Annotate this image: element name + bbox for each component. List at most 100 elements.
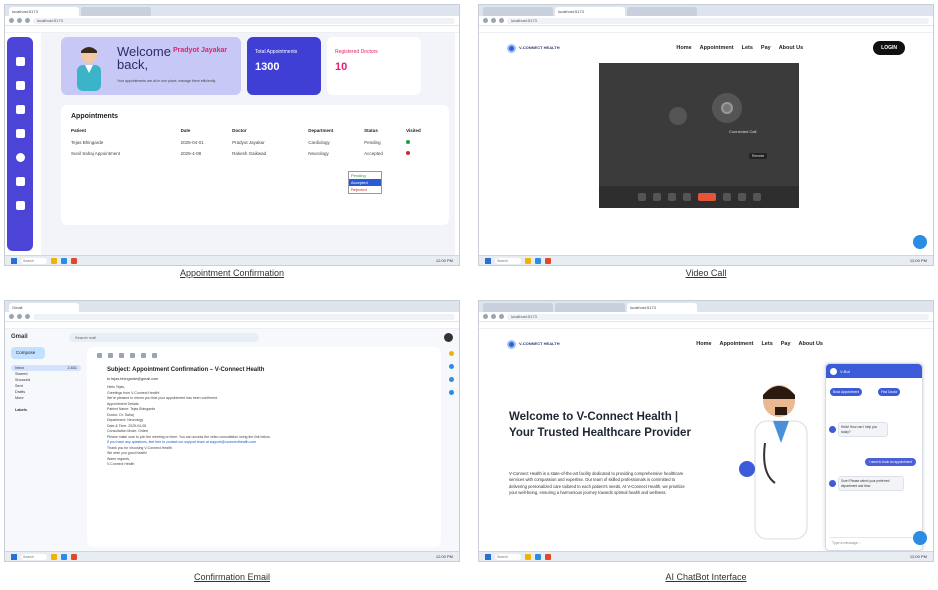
folder-item[interactable]: More: [11, 395, 81, 401]
login-button[interactable]: LOGIN: [873, 41, 905, 55]
nav-appointment[interactable]: Appointment: [700, 45, 734, 51]
reload-icon[interactable]: [499, 314, 504, 319]
chatbot-launcher-icon[interactable]: [913, 531, 927, 545]
browser-tab[interactable]: [483, 7, 553, 16]
dropdown-option[interactable]: Accepted: [349, 179, 381, 186]
avatar[interactable]: [444, 332, 453, 342]
address-bar[interactable]: localhost:5173: [33, 17, 455, 24]
chat-icon[interactable]: [15, 153, 25, 162]
nav-pay[interactable]: Pay: [761, 45, 771, 51]
address-bar[interactable]: localhost:5173: [507, 17, 929, 24]
user-icon[interactable]: [15, 129, 25, 138]
archive-icon[interactable]: [108, 353, 113, 358]
chrome-icon[interactable]: [71, 553, 77, 560]
nav-home[interactable]: Home: [696, 341, 711, 347]
participants-icon[interactable]: [737, 193, 746, 201]
windows-start-icon[interactable]: [11, 257, 17, 264]
doctor-icon[interactable]: [15, 81, 25, 90]
taskbar-search[interactable]: Search: [495, 553, 521, 560]
chat-icon[interactable]: [722, 193, 731, 201]
browser-tab[interactable]: Gmail: [9, 303, 79, 312]
more-icon[interactable]: [752, 193, 761, 201]
quick-reply-button[interactable]: Find Doctor: [878, 388, 901, 396]
browser-tab[interactable]: [627, 7, 697, 16]
keep-icon[interactable]: [448, 364, 454, 369]
quick-reply-button[interactable]: Book Appointment: [830, 388, 862, 396]
forward-icon[interactable]: [17, 314, 22, 319]
file-explorer-icon[interactable]: [525, 553, 531, 560]
browser-icon[interactable]: [61, 553, 67, 560]
address-bar[interactable]: [33, 313, 455, 320]
file-explorer-icon[interactable]: [525, 257, 531, 264]
tasks-icon[interactable]: [448, 377, 454, 382]
mic-icon[interactable]: [637, 193, 646, 201]
delete-icon[interactable]: [130, 353, 135, 358]
logo-text: V-CONNECT HEALTH: [519, 341, 560, 346]
windows-start-icon[interactable]: [485, 553, 491, 560]
nav-pay[interactable]: Pay: [781, 341, 791, 347]
settings-icon[interactable]: [682, 193, 691, 201]
heart-icon[interactable]: [15, 105, 25, 114]
gmail-logo[interactable]: Gmail: [11, 334, 61, 340]
spam-icon[interactable]: [119, 353, 124, 358]
windows-start-icon[interactable]: [11, 553, 17, 560]
chat-input[interactable]: Type a message...: [830, 537, 918, 546]
browser-tab[interactable]: localhost:5173: [555, 7, 625, 16]
file-explorer-icon[interactable]: [51, 257, 57, 264]
status-dropdown[interactable]: Pending Accepted Rejected: [348, 171, 382, 194]
nav-lets[interactable]: Lets: [742, 45, 753, 51]
back-icon[interactable]: [483, 18, 488, 23]
status-select[interactable]: Accepted: [364, 148, 406, 159]
address-bar[interactable]: localhost:5173: [507, 313, 929, 320]
chatbot-launcher-icon[interactable]: [913, 235, 927, 249]
forward-icon[interactable]: [17, 18, 22, 23]
chrome-icon[interactable]: [545, 257, 551, 264]
home-icon[interactable]: [15, 57, 25, 66]
taskbar-search[interactable]: Search: [21, 553, 47, 560]
browser-tab[interactable]: localhost:5173: [9, 7, 79, 16]
browser-tab[interactable]: [555, 303, 625, 312]
compose-button[interactable]: Compose: [11, 347, 45, 359]
windows-start-icon[interactable]: [485, 257, 491, 264]
logout-icon[interactable]: [15, 201, 25, 210]
calendar-icon[interactable]: [448, 351, 454, 356]
browser-tab[interactable]: localhost:5173: [627, 303, 697, 312]
nav-about[interactable]: About Us: [779, 45, 803, 51]
back-icon[interactable]: [9, 314, 14, 319]
taskbar-search[interactable]: Search: [21, 257, 47, 264]
browser-icon[interactable]: [61, 257, 67, 264]
file-explorer-icon[interactable]: [51, 553, 57, 560]
back-icon[interactable]: [9, 18, 14, 23]
reload-icon[interactable]: [25, 18, 30, 23]
browser-tab[interactable]: [81, 7, 151, 16]
forward-icon[interactable]: [491, 314, 496, 319]
chrome-icon[interactable]: [71, 257, 77, 264]
forward-icon[interactable]: [491, 18, 496, 23]
end-call-button[interactable]: [697, 193, 716, 201]
mark-unread-icon[interactable]: [141, 353, 146, 358]
screen-share-icon[interactable]: [667, 193, 676, 201]
status-select[interactable]: Pending: [364, 137, 406, 148]
back-icon[interactable]: [97, 353, 102, 358]
camera-icon[interactable]: [652, 193, 661, 201]
nav-lets[interactable]: Lets: [761, 341, 772, 347]
dropdown-option[interactable]: Rejected: [349, 186, 381, 193]
reload-icon[interactable]: [25, 314, 30, 319]
chrome-icon[interactable]: [545, 553, 551, 560]
taskbar-search[interactable]: Search: [495, 257, 521, 264]
more-icon[interactable]: [152, 353, 157, 358]
search-input[interactable]: Search mail: [69, 332, 259, 342]
site-logo[interactable]: V-CONNECT HEALTH: [507, 339, 560, 349]
reload-icon[interactable]: [499, 18, 504, 23]
contacts-icon[interactable]: [448, 390, 454, 395]
browser-icon[interactable]: [535, 553, 541, 560]
nav-appointment[interactable]: Appointment: [720, 341, 754, 347]
video-icon[interactable]: [15, 177, 25, 186]
dropdown-option[interactable]: Pending: [349, 172, 381, 179]
site-logo[interactable]: V-CONNECT HEALTH: [507, 43, 560, 53]
browser-tab[interactable]: [483, 303, 553, 312]
browser-icon[interactable]: [535, 257, 541, 264]
nav-about[interactable]: About Us: [799, 341, 823, 347]
back-icon[interactable]: [483, 314, 488, 319]
nav-home[interactable]: Home: [676, 45, 691, 51]
